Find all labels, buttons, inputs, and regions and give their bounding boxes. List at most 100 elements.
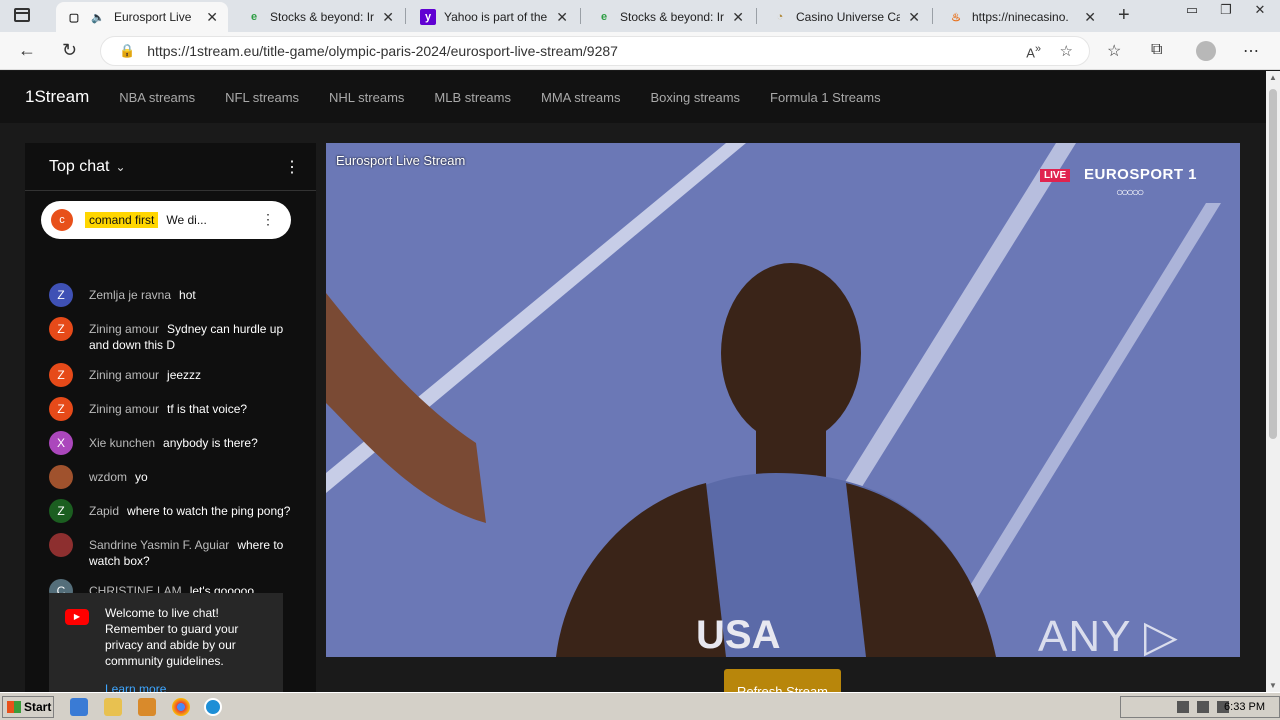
- stocks-icon: e: [600, 11, 608, 23]
- explorer-icon[interactable]: [104, 698, 122, 716]
- tab-title: Eurosport Live: [114, 10, 192, 24]
- new-tab-icon[interactable]: +: [1118, 4, 1130, 27]
- message-author[interactable]: Zining amour: [89, 402, 159, 416]
- more-icon[interactable]: ⋯: [1243, 41, 1259, 61]
- close-window-icon[interactable]: ✕: [1248, 2, 1272, 18]
- audio-icon[interactable]: 🔈: [90, 9, 106, 25]
- tab-title: Yahoo is part of the: [444, 10, 548, 24]
- restore-icon[interactable]: ❐: [1214, 2, 1238, 18]
- chevron-down-icon[interactable]: ⌄: [115, 160, 125, 174]
- close-tab-icon[interactable]: ✕: [556, 9, 568, 26]
- pinned-text: We di...: [166, 213, 207, 227]
- close-tab-icon[interactable]: ✕: [1084, 9, 1096, 26]
- close-tab-icon[interactable]: ✕: [382, 9, 394, 26]
- avatar: [49, 465, 73, 489]
- nav-mlb[interactable]: MLB streams: [434, 90, 511, 105]
- close-tab-icon[interactable]: ✕: [206, 9, 218, 26]
- message-author[interactable]: Zapid: [89, 504, 119, 518]
- windows-taskbar: Start 6:33 PM: [0, 692, 1280, 720]
- chat-welcome-notice: ▶ Welcome to live chat! Remember to guar…: [49, 593, 283, 692]
- url-text[interactable]: https://1stream.eu/title-game/olympic-pa…: [147, 43, 1089, 59]
- close-tab-icon[interactable]: ✕: [732, 9, 744, 26]
- avatar: Z: [49, 499, 73, 523]
- message-author[interactable]: Zemlja je ravna: [89, 288, 171, 302]
- add-favorite-icon[interactable]: ☆: [1060, 42, 1073, 60]
- tab-stocks-1[interactable]: e Stocks & beyond: Ir ✕: [236, 2, 404, 32]
- ie-icon[interactable]: [70, 698, 88, 716]
- chat-message: X Xie kunchen anybody is there?: [49, 431, 299, 455]
- video-player[interactable]: USA Eurosport Live Stream LIVE EUROSPORT…: [326, 143, 1240, 657]
- system-tray: 6:33 PM: [1120, 696, 1280, 718]
- pinned-menu-icon[interactable]: ⋮: [261, 211, 275, 228]
- nav-formula1[interactable]: Formula 1 Streams: [770, 90, 881, 105]
- tab-stocks-2[interactable]: e Stocks & beyond: Ir ✕: [586, 2, 754, 32]
- site-logo[interactable]: 1Stream: [25, 87, 89, 107]
- tab-title: Stocks & beyond: Ir: [620, 10, 725, 24]
- chat-mode-selector[interactable]: Top chat: [49, 158, 109, 176]
- nav-nhl[interactable]: NHL streams: [329, 90, 404, 105]
- pinned-message[interactable]: c comand first We di... ⋮: [41, 201, 291, 239]
- edge-icon[interactable]: [204, 698, 222, 716]
- message-author[interactable]: Zining amour: [89, 368, 159, 382]
- read-aloud-icon[interactable]: A»: [1026, 43, 1041, 60]
- nav-mma[interactable]: MMA streams: [541, 90, 620, 105]
- message-author[interactable]: Xie kunchen: [89, 436, 155, 450]
- refresh-stream-button[interactable]: Refresh Stream: [724, 669, 841, 692]
- message-author[interactable]: Zining amour: [89, 322, 159, 336]
- message-text: hot: [179, 288, 196, 302]
- olympic-rings-icon: ○○○○○: [1116, 185, 1144, 199]
- tab-casino[interactable]: ◔ Casino Universe Ca ✕: [762, 2, 930, 32]
- start-label: Start: [24, 700, 52, 714]
- page-scrollbar[interactable]: ▲ ▼: [1266, 71, 1280, 692]
- tab-eurosport[interactable]: ▢ 🔈 Eurosport Live ✕: [56, 2, 228, 32]
- media-player-icon[interactable]: [138, 698, 156, 716]
- welcome-text: Welcome to live chat! Remember to guard …: [105, 606, 239, 668]
- scrollbar-thumb[interactable]: [1269, 89, 1277, 439]
- message-author[interactable]: wzdom: [89, 470, 127, 484]
- avatar: X: [49, 431, 73, 455]
- volume-icon[interactable]: [1177, 701, 1189, 713]
- chat-message: Z Zining amour jeezzz: [49, 363, 299, 387]
- yahoo-icon: y: [420, 9, 436, 25]
- pinned-author: comand first: [85, 212, 159, 228]
- website: 1Stream NBA streams NFL streams NHL stre…: [0, 71, 1266, 692]
- stream-title: Eurosport Live Stream: [336, 153, 466, 168]
- tab-yahoo[interactable]: y Yahoo is part of the ✕: [410, 2, 578, 32]
- tab-ninecasino[interactable]: ♨ https://ninecasino. ✕: [938, 2, 1106, 32]
- clock[interactable]: 6:33 PM: [1224, 701, 1265, 713]
- lock-icon[interactable]: 🔒: [119, 43, 135, 59]
- message-text: jeezzz: [167, 368, 202, 382]
- learn-more-link[interactable]: Learn more: [105, 681, 271, 692]
- scroll-down-icon[interactable]: ▼: [1269, 681, 1277, 690]
- refresh-icon[interactable]: ↻: [62, 40, 77, 61]
- network-icon[interactable]: [1197, 701, 1209, 713]
- chat-message-list: Z Zemlja je ravna hot Z Zining amour Sydney …: [49, 283, 299, 613]
- chat-menu-icon[interactable]: ⋮: [284, 157, 300, 177]
- chat-message: Z Zemlja je ravna hot: [49, 283, 299, 307]
- nav-nba[interactable]: NBA streams: [119, 90, 195, 105]
- anyrun-watermark: ANY ▷ RUN: [1038, 612, 1179, 657]
- svg-text:USA: USA: [696, 613, 780, 657]
- casino-icon: ◔: [776, 11, 784, 23]
- avatar: [49, 533, 73, 557]
- minimize-icon[interactable]: ▭: [1180, 2, 1204, 18]
- start-button[interactable]: Start: [2, 696, 54, 718]
- chrome-icon[interactable]: [172, 698, 190, 716]
- message-author[interactable]: Sandrine Yasmin F. Aguiar: [89, 538, 229, 552]
- back-icon[interactable]: ←: [18, 40, 36, 61]
- message-text: where to watch the ping pong?: [127, 504, 291, 518]
- chat-message: Z Zapid where to watch the ping pong?: [49, 499, 299, 523]
- close-tab-icon[interactable]: ✕: [908, 9, 920, 26]
- address-bar-row: ← ↻ 🔒 https://1stream.eu/title-game/olym…: [0, 32, 1280, 70]
- nav-nfl[interactable]: NFL streams: [225, 90, 299, 105]
- favorites-icon[interactable]: ☆: [1107, 41, 1121, 61]
- collections-icon[interactable]: ⧉: [1151, 41, 1162, 59]
- url-field[interactable]: 🔒 https://1stream.eu/title-game/olympic-…: [100, 36, 1090, 66]
- avatar: Z: [49, 283, 73, 307]
- scroll-up-icon[interactable]: ▲: [1269, 73, 1277, 82]
- profile-avatar[interactable]: [1196, 41, 1216, 61]
- tab-title: https://ninecasino.: [972, 10, 1069, 24]
- avatar: Z: [49, 317, 73, 341]
- tab-actions-icon[interactable]: [14, 8, 30, 22]
- nav-boxing[interactable]: Boxing streams: [650, 90, 740, 105]
